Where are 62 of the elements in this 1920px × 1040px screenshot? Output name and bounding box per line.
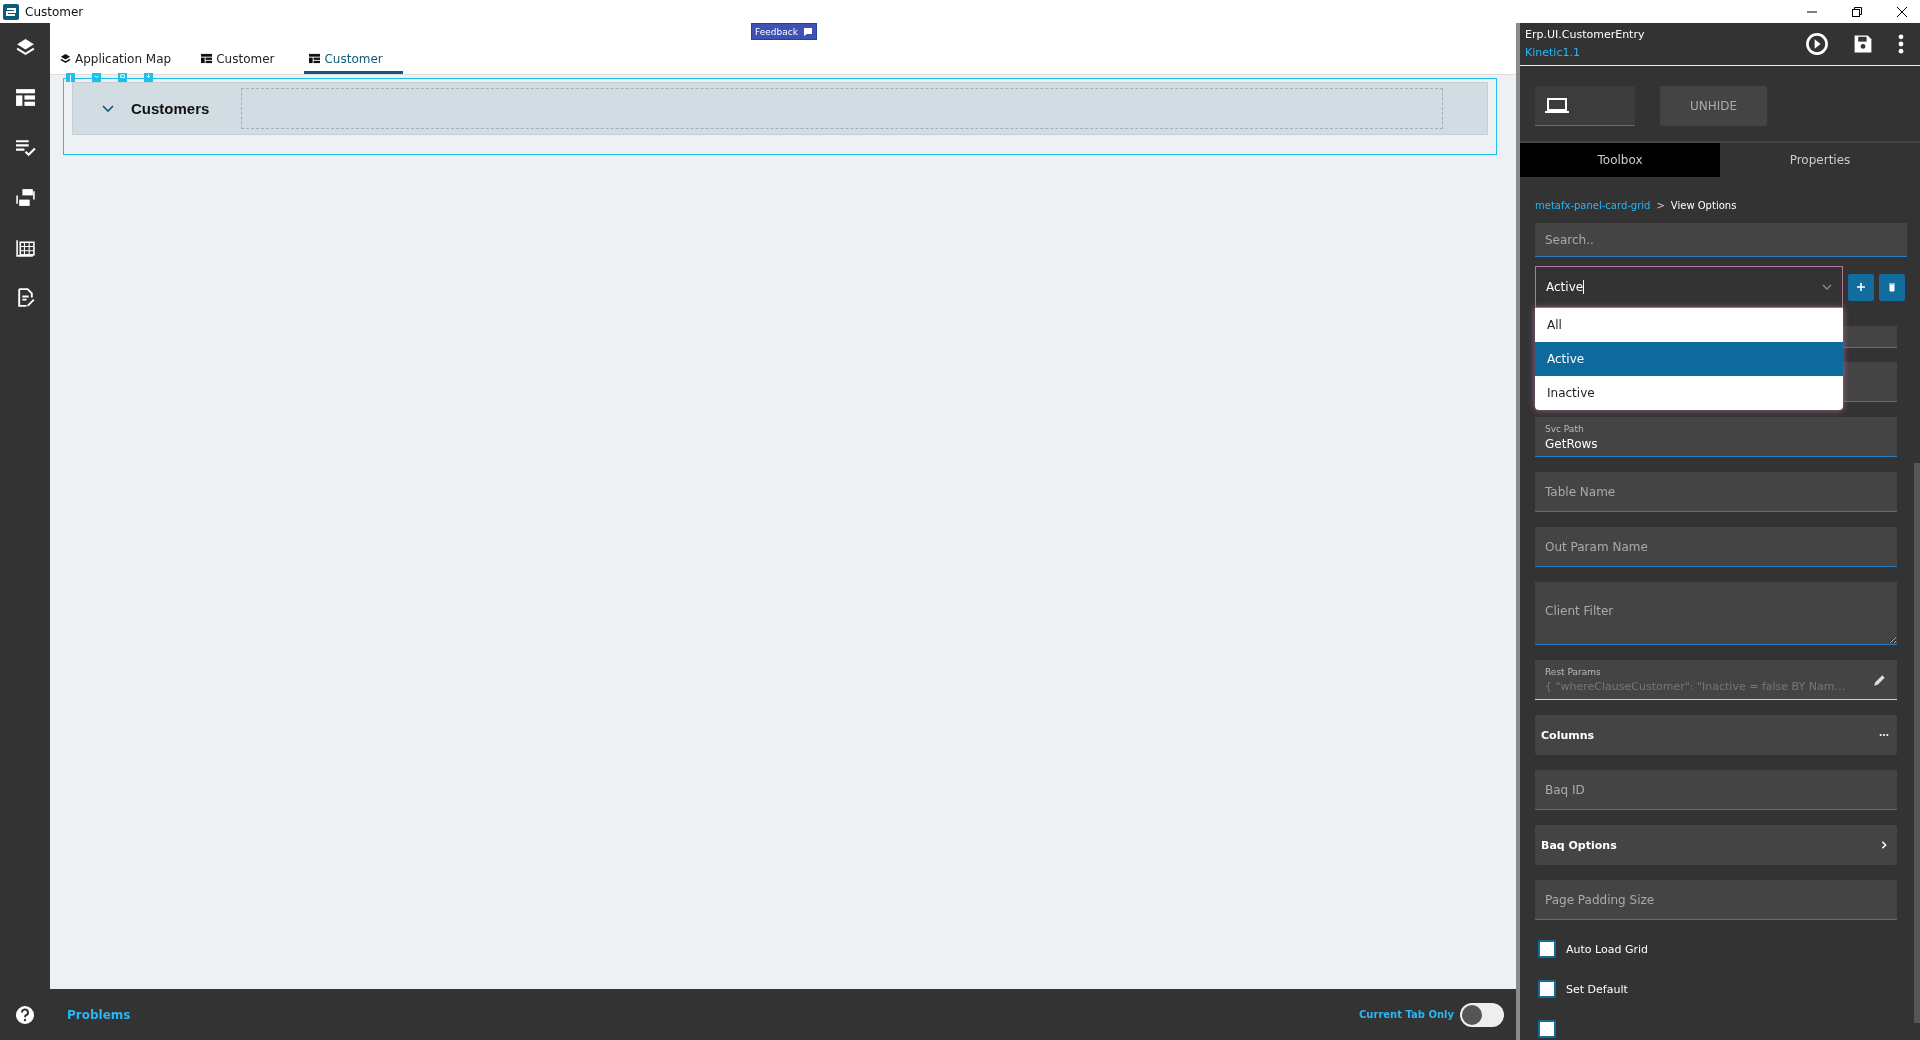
dropdown-option[interactable]: Inactive: [1535, 376, 1843, 410]
input-field[interactable]: Baq ID: [1535, 770, 1897, 810]
checklist-icon[interactable]: [14, 137, 36, 158]
search-field[interactable]: Search..: [1535, 223, 1907, 257]
checkbox[interactable]: [1538, 940, 1556, 958]
play-icon[interactable]: [1805, 31, 1829, 56]
checkbox-label: Set Default: [1566, 982, 1628, 996]
layout-icon: [201, 53, 213, 64]
trash-icon: [1887, 282, 1897, 292]
input-field[interactable]: Table Name: [1535, 472, 1897, 512]
checkbox-label: Auto Load Grid: [1566, 942, 1648, 956]
caret-icon: [1822, 284, 1832, 290]
problems-link[interactable]: Problems: [67, 1007, 131, 1022]
table-icon[interactable]: [14, 237, 36, 258]
help-icon[interactable]: [15, 1005, 35, 1025]
page-tab[interactable]: Customer: [201, 52, 285, 74]
layers-icon: [60, 53, 71, 64]
field-label: Svc Path: [1545, 424, 1584, 434]
chevron-icon[interactable]: [102, 104, 114, 113]
dropdown-option[interactable]: All: [1535, 308, 1843, 342]
laptop-icon: [1545, 97, 1569, 114]
input-field[interactable]: Out Param Name: [1535, 527, 1897, 567]
layout-icon: [309, 53, 321, 64]
add-button[interactable]: [1848, 273, 1874, 301]
dropdown-option[interactable]: Active: [1535, 342, 1843, 376]
app-logo-icon: [3, 3, 19, 20]
section-header[interactable]: Columns: [1535, 715, 1897, 755]
device-select[interactable]: [1535, 85, 1635, 126]
checkbox[interactable]: [1538, 980, 1556, 998]
close-icon[interactable]: [1896, 5, 1908, 18]
breadcrumb-link[interactable]: metafx-panel-card-grid: [1535, 199, 1651, 211]
panel-tab[interactable]: Toolbox: [1520, 143, 1720, 177]
feedback-button[interactable]: Feedback: [751, 23, 817, 40]
chevron-right-icon[interactable]: [1879, 840, 1889, 850]
unhide-button[interactable]: UNHIDE: [1660, 85, 1767, 126]
hierarchy-icon[interactable]: [14, 187, 36, 208]
panel-tab[interactable]: Properties: [1720, 143, 1920, 177]
toggle-switch[interactable]: [1460, 1002, 1504, 1027]
form-name: Erp.UI.CustomerEntry: [1525, 28, 1645, 42]
plus-icon: [1856, 282, 1866, 292]
panel-title: Customers: [131, 100, 211, 117]
delete-button[interactable]: [1879, 273, 1905, 301]
toggle-label: Current Tab Only: [1359, 1009, 1454, 1020]
layout-icon[interactable]: [14, 87, 36, 108]
field-label: Rest Params: [1545, 666, 1602, 677]
input-field[interactable]: Page Padding Size: [1535, 880, 1897, 920]
view-select[interactable]: Active: [1535, 266, 1843, 308]
checkbox[interactable]: [1538, 1020, 1556, 1038]
layers-icon[interactable]: [14, 37, 36, 58]
section-label: Columns: [1541, 728, 1595, 742]
text-area[interactable]: Client Filter: [1535, 582, 1897, 645]
version-label: Kinetic1.1: [1525, 46, 1581, 60]
pencil-icon[interactable]: [1873, 672, 1887, 687]
restore-icon[interactable]: [1851, 5, 1863, 18]
chat-icon: [802, 26, 813, 37]
page-tab[interactable]: Application Map: [60, 52, 182, 74]
window-title: Customer: [25, 4, 84, 19]
section-header[interactable]: Baq Options: [1535, 825, 1897, 865]
breadcrumb-separator: >: [1656, 199, 1665, 211]
scrollbar-thumb[interactable]: [1914, 463, 1920, 1023]
breadcrumb-current: View Options: [1670, 199, 1737, 211]
section-label: Baq Options: [1541, 838, 1617, 852]
